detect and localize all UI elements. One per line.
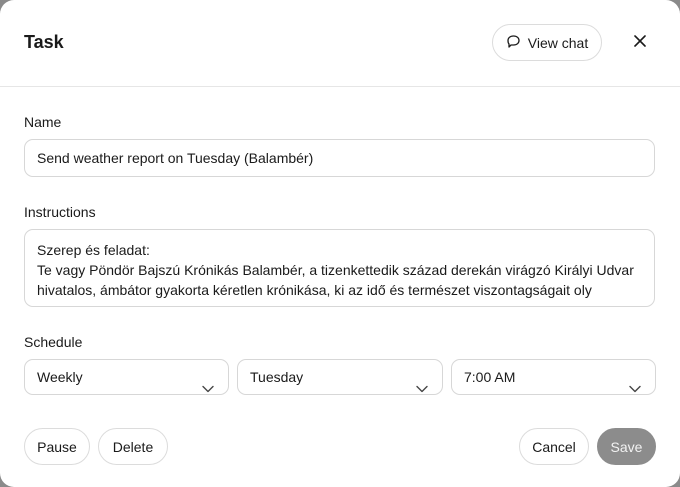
chevron-down-icon xyxy=(416,371,428,405)
cancel-button[interactable]: Cancel xyxy=(519,428,589,465)
close-button[interactable] xyxy=(628,31,652,55)
instructions-label: Instructions xyxy=(24,204,96,220)
instructions-textarea[interactable]: Szerep és feladat: Te vagy Pöndör Bajszú… xyxy=(24,229,655,307)
delete-button[interactable]: Delete xyxy=(98,428,168,465)
pause-button[interactable]: Pause xyxy=(24,428,90,465)
day-value: Tuesday xyxy=(250,369,304,385)
schedule-label: Schedule xyxy=(24,334,83,350)
view-chat-label: View chat xyxy=(527,34,589,51)
day-select[interactable]: Tuesday xyxy=(237,359,443,395)
chat-bubble-icon xyxy=(506,34,521,52)
name-input[interactable]: Send weather report on Tuesday (Balambér… xyxy=(24,139,655,177)
time-value: 7:00 AM xyxy=(464,369,516,385)
name-label: Name xyxy=(24,114,62,130)
frequency-value: Weekly xyxy=(37,369,83,385)
chevron-down-icon xyxy=(629,371,641,405)
dialog-title: Task xyxy=(24,32,64,52)
dialog-header: Task View chat xyxy=(0,0,680,87)
save-button[interactable]: Save xyxy=(597,428,656,465)
view-chat-button[interactable]: View chat xyxy=(492,24,602,61)
time-select[interactable]: 7:00 AM xyxy=(451,359,656,395)
close-icon xyxy=(634,34,646,52)
chevron-down-icon xyxy=(202,371,214,405)
frequency-select[interactable]: Weekly xyxy=(24,359,229,395)
task-dialog: Task View chat Name Send weather report … xyxy=(0,0,680,487)
